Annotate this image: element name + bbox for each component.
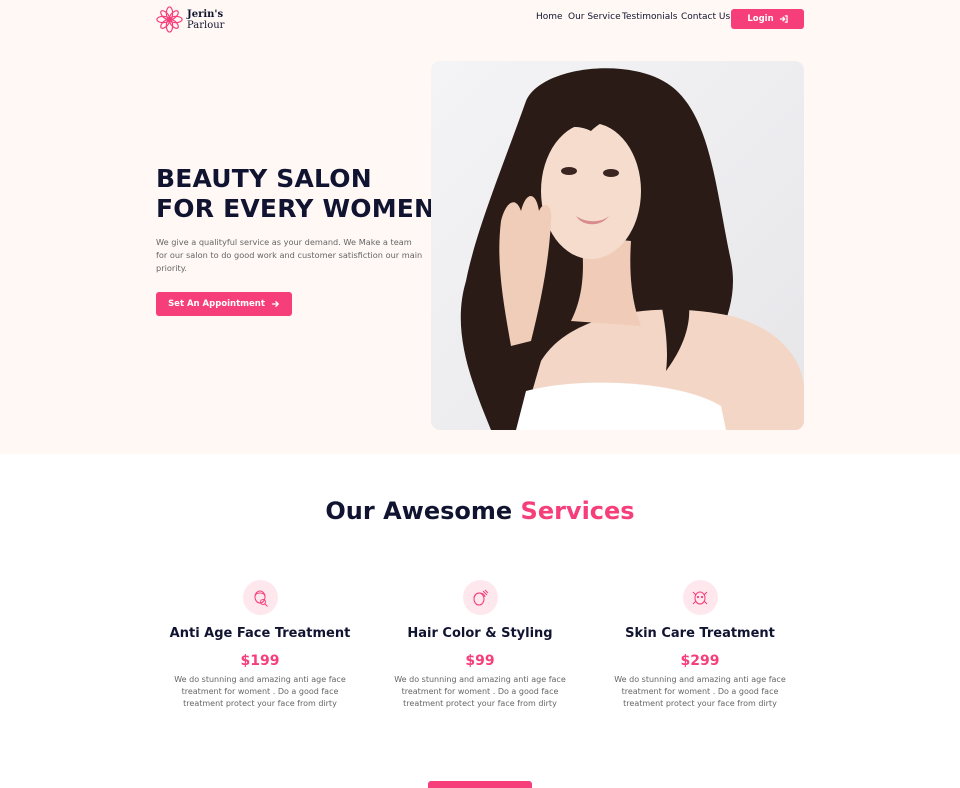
brand-name-line2: Parlour <box>187 19 225 31</box>
nav-item-our-service[interactable]: Our Service <box>568 12 621 22</box>
services-heading-accent: Services <box>520 497 635 525</box>
service-title: Anti Age Face Treatment <box>169 626 351 641</box>
service-price: $99 <box>465 653 495 669</box>
service-description: We do stunning and amazing anti age face… <box>614 675 786 708</box>
services-heading-dark: Our Awesome <box>325 497 513 525</box>
explore-more-button[interactable] <box>428 781 532 788</box>
service-card-anti-age[interactable]: Anti Age Face Treatment $199 We do stunn… <box>160 580 360 710</box>
services-heading: Our Awesome Services <box>0 497 960 525</box>
service-title: Skin Care Treatment <box>625 626 775 641</box>
sign-in-icon <box>779 15 788 23</box>
hair-styling-icon <box>462 580 498 615</box>
lotus-logo-icon <box>156 6 183 33</box>
nav-item-home[interactable]: Home <box>536 12 563 22</box>
nav-item-testimonials[interactable]: Testimonials <box>622 12 677 22</box>
face-treatment-icon <box>242 580 278 615</box>
service-description: We do stunning and amazing anti age face… <box>394 675 566 708</box>
login-button[interactable]: Login <box>731 9 804 29</box>
service-card-hair-color[interactable]: Hair Color & Styling $99 We do stunning … <box>380 580 580 710</box>
arrow-right-icon <box>271 300 280 308</box>
login-label: Login <box>747 14 774 24</box>
hero-model-photo <box>431 61 804 430</box>
hero-title-line2: FOR EVERY WOMEN <box>156 194 436 223</box>
hero-title-line1: BEAUTY SALON <box>156 164 372 193</box>
hero-description: We give a qualityful service as your dem… <box>156 237 423 273</box>
hero-title: BEAUTY SALON FOR EVERY WOMEN <box>156 164 435 224</box>
service-description: We do stunning and amazing anti age face… <box>174 675 346 708</box>
service-title: Hair Color & Styling <box>407 626 553 641</box>
service-price: $199 <box>240 653 280 669</box>
brand-name-line1: Jerin's <box>187 8 224 20</box>
service-card-skin-care[interactable]: Skin Care Treatment $299 We do stunning … <box>600 580 800 710</box>
brand-logo[interactable]: Jerin's Parlour <box>156 6 224 33</box>
nav-item-contact-us[interactable]: Contact Us <box>681 12 730 22</box>
set-appointment-button[interactable]: Set An Appointment <box>156 292 292 316</box>
skin-care-icon <box>682 580 718 615</box>
service-price: $299 <box>680 653 720 669</box>
appointment-label: Set An Appointment <box>168 299 265 309</box>
